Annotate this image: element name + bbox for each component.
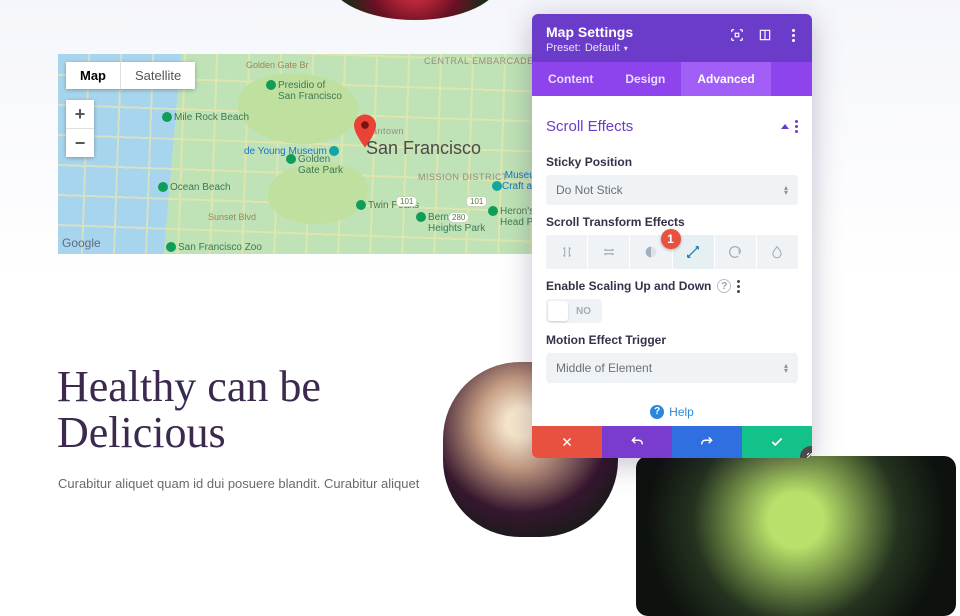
panel-header[interactable]: Map Settings Preset: Default ▾	[532, 14, 812, 62]
section-more-icon[interactable]	[795, 120, 798, 133]
select-motion-trigger[interactable]: Middle of Element ▴▾	[546, 353, 798, 383]
zoom-in-button[interactable]: +	[66, 100, 94, 128]
chevron-up-icon	[781, 124, 789, 129]
label-sticky-position: Sticky Position	[546, 155, 798, 169]
snap-icon[interactable]	[754, 24, 776, 46]
section-scroll-effects[interactable]: Scroll Effects	[546, 100, 798, 145]
route-shield-i280: 280	[448, 212, 469, 223]
poi-sfzoo: San Francisco Zoo	[166, 242, 262, 253]
select-caret-icon: ▴▾	[784, 363, 788, 373]
map-city-label: San Francisco	[366, 138, 481, 159]
effect-rotate[interactable]	[714, 235, 756, 269]
panel-body: Scroll Effects Sticky Position Do Not St…	[532, 96, 812, 426]
page-body-text: Curabitur aliquet quam id dui posuere bl…	[58, 474, 458, 494]
callout-badge: 1	[661, 229, 681, 249]
tab-advanced[interactable]: Advanced	[681, 62, 770, 96]
toggle-knob	[548, 301, 568, 321]
google-logo: Google	[62, 236, 101, 250]
help-circle-icon: ?	[650, 405, 664, 419]
poi-deyoung: de Young Museum	[244, 146, 339, 157]
route-shield-101b: 101	[466, 196, 487, 207]
map-type-satellite[interactable]: Satellite	[121, 62, 195, 89]
cancel-button[interactable]	[532, 426, 602, 458]
section-title: Scroll Effects	[546, 118, 633, 135]
page-background: Presidio of San Francisco Mile Rock Beac…	[0, 0, 960, 510]
road-ggb: Golden Gate Br	[246, 60, 309, 70]
label-motion-trigger: Motion Effect Trigger	[546, 333, 798, 347]
hero-food-image	[330, 0, 500, 20]
help-link[interactable]: ? Help	[650, 405, 694, 419]
label-scroll-transform: Scroll Transform Effects	[546, 215, 798, 229]
redo-button[interactable]	[672, 426, 742, 458]
panel-footer	[532, 426, 812, 458]
page-headline: Healthy can be Delicious	[57, 364, 457, 456]
tab-content[interactable]: Content	[532, 62, 609, 96]
tab-design[interactable]: Design	[609, 62, 681, 96]
settings-panel: Map Settings Preset: Default ▾ Content D…	[532, 14, 812, 458]
help-row: ? Help	[546, 383, 798, 419]
undo-button[interactable]	[602, 426, 672, 458]
label-enable-scaling: Enable Scaling Up and Down ?	[546, 279, 798, 293]
expand-icon[interactable]	[726, 24, 748, 46]
effect-blur[interactable]	[756, 235, 798, 269]
effect-vertical-motion[interactable]	[546, 235, 587, 269]
select-sticky-position[interactable]: Do Not Stick ▴▾	[546, 175, 798, 205]
preset-value: Default	[585, 42, 620, 54]
effect-scale[interactable]: 1	[672, 235, 714, 269]
select-caret-icon: ▴▾	[784, 185, 788, 195]
poi-presidio: Presidio of San Francisco	[266, 80, 342, 102]
chevron-down-icon: ▾	[624, 44, 628, 53]
effect-horizontal-motion[interactable]	[587, 235, 629, 269]
map-type-switch: Map Satellite	[66, 62, 195, 89]
field-more-icon[interactable]	[737, 280, 740, 293]
route-shield-101a: 101	[396, 196, 417, 207]
preset-label: Preset:	[546, 42, 581, 54]
toggle-enable-scaling[interactable]: NO	[546, 299, 602, 323]
map-zoom-controls: + −	[66, 100, 94, 157]
poi-ggpark: Golden Gate Park	[286, 154, 343, 176]
effect-button-row: 1	[546, 235, 798, 269]
select-value: Middle of Element	[556, 361, 652, 375]
food-image-bowl	[636, 456, 956, 616]
more-icon[interactable]	[782, 24, 804, 46]
map-type-map[interactable]: Map	[66, 62, 120, 89]
google-map[interactable]: Presidio of San Francisco Mile Rock Beac…	[58, 54, 533, 254]
poi-oceanbeach: Ocean Beach	[158, 182, 231, 193]
neigh-mission: Mission District	[418, 172, 508, 182]
panel-tabs: Content Design Advanced	[532, 62, 812, 96]
zoom-out-button[interactable]: −	[66, 129, 94, 157]
poi-herons: Heron's Head Pa	[488, 206, 534, 228]
help-icon[interactable]: ?	[717, 279, 731, 293]
poi-milerock: Mile Rock Beach	[162, 112, 249, 123]
select-value: Do Not Stick	[556, 183, 623, 197]
toggle-label: NO	[576, 306, 591, 317]
road-sunset: Sunset Blvd	[208, 212, 256, 222]
